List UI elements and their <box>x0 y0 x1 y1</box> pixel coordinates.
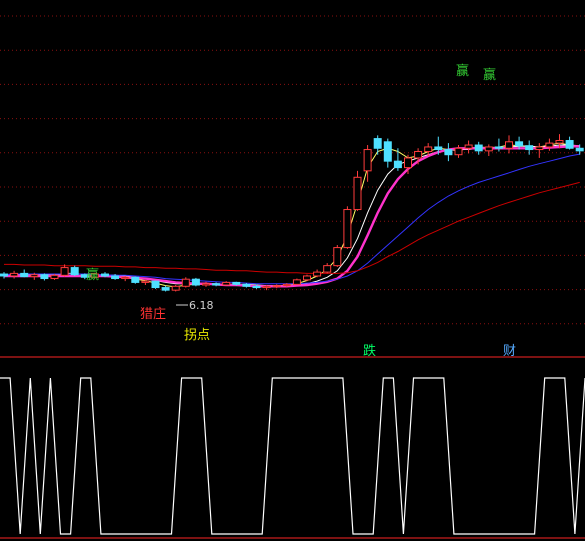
candle-body <box>474 144 483 152</box>
candle-body <box>181 278 190 287</box>
candle-body <box>313 271 322 277</box>
candle-body <box>575 147 584 152</box>
candle-body <box>292 279 301 285</box>
candle-body <box>323 265 332 273</box>
annotation-hunt: 猎庄 <box>140 306 166 322</box>
candle-body <box>404 157 412 169</box>
candle-body <box>494 146 503 149</box>
candle-body <box>424 146 433 152</box>
candle-body <box>70 267 79 276</box>
candle-body <box>171 285 180 291</box>
candle-body <box>272 285 281 288</box>
candle-body <box>191 278 200 286</box>
candle-body <box>333 247 342 267</box>
candle-body <box>393 160 402 169</box>
candle-body <box>161 287 170 291</box>
candle-body <box>252 285 261 289</box>
candle-body <box>383 141 392 162</box>
annotation-win-1: 赢 <box>86 267 99 283</box>
candle-body <box>535 146 544 151</box>
candle-body <box>202 283 210 286</box>
candle-body <box>151 280 160 289</box>
candle-body <box>60 267 69 276</box>
candle-body <box>232 281 241 285</box>
candle-body <box>262 285 271 289</box>
candle-body <box>0 273 8 277</box>
candle-body <box>515 141 524 147</box>
candle-body <box>242 283 251 287</box>
candle-body <box>222 281 231 286</box>
candle-body <box>50 274 59 280</box>
candle-body <box>40 274 49 280</box>
annotation-win-2: 赢 <box>456 63 469 79</box>
candle-body <box>505 141 513 149</box>
candle-body <box>303 275 311 281</box>
candle-body <box>121 276 130 280</box>
candle-body <box>141 280 150 283</box>
candle-body <box>464 144 473 149</box>
candle-body <box>484 146 493 152</box>
candle-body <box>131 276 140 283</box>
candle-body <box>363 149 372 172</box>
candle-body <box>565 140 574 149</box>
annotation-win-3: 赢 <box>483 67 496 83</box>
candle-body <box>525 145 534 151</box>
candle-body <box>111 275 120 280</box>
annotation-turning-point: 拐点 <box>184 328 210 343</box>
candle-body <box>101 273 109 277</box>
candle-body <box>353 176 362 211</box>
candle-body <box>555 140 564 144</box>
candle-body <box>10 272 19 277</box>
candle-body <box>20 272 29 278</box>
candle-body <box>212 283 221 286</box>
candle-body <box>454 147 463 156</box>
candle-body <box>343 209 352 249</box>
kline-chart: 赢 赢 赢 猎庄 拐点 跌 财 6.18 <box>0 0 585 541</box>
candle-body <box>373 138 382 149</box>
candle-body <box>414 150 423 159</box>
candle-body <box>30 274 39 278</box>
candle-body <box>434 146 443 151</box>
candle-body <box>444 149 453 156</box>
price-label: 6.18 <box>189 299 214 312</box>
candle-body <box>282 283 291 287</box>
candle-body <box>545 142 554 148</box>
